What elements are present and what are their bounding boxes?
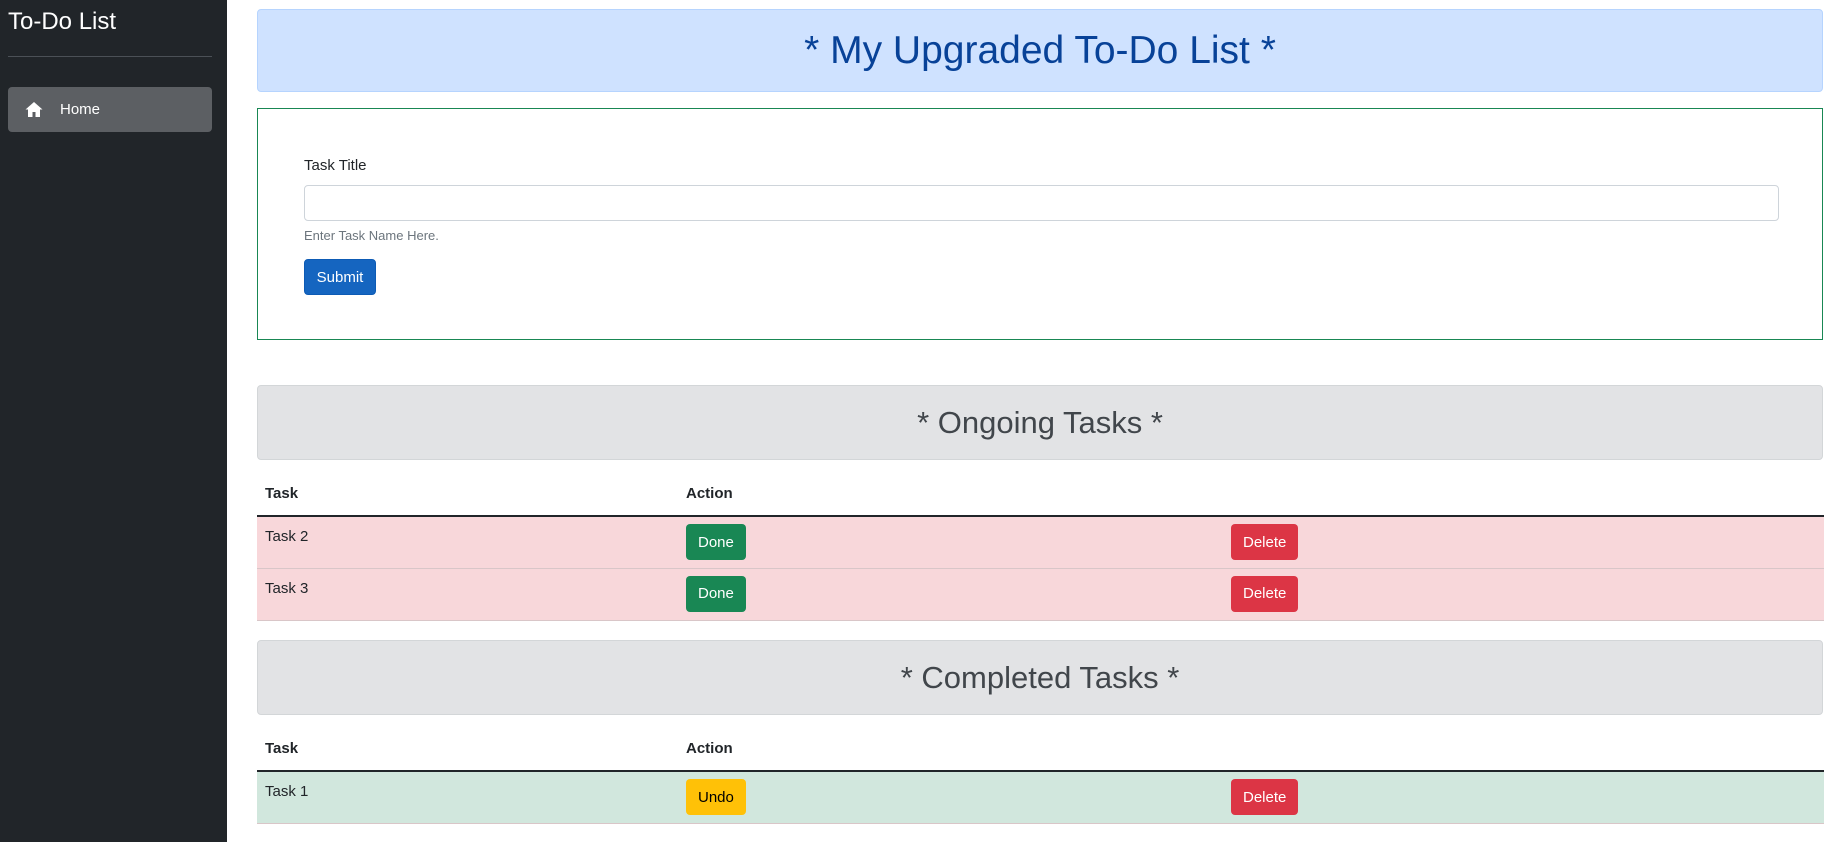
sidebar-item-label: Home <box>60 101 101 118</box>
task-title-input[interactable] <box>304 185 1779 221</box>
task-name: Task 3 <box>257 568 678 621</box>
table-header-row: Task Action <box>257 472 1824 517</box>
action-cell: Done <box>678 568 1223 621</box>
sidebar-divider <box>8 56 212 57</box>
submit-button[interactable]: Submit <box>304 259 376 295</box>
brand-title[interactable]: To-Do List <box>8 8 116 36</box>
done-button[interactable]: Done <box>686 524 746 560</box>
table-row: Task 2 Done Delete <box>257 516 1824 569</box>
table-header-row: Task Action <box>257 727 1824 772</box>
delete-cell: Delete <box>1223 516 1824 569</box>
task-name: Task 1 <box>257 771 678 824</box>
sidebar-item-home[interactable]: Home <box>8 87 212 132</box>
completed-tasks-table: Task Action Task 1 Undo Delete <box>257 727 1824 824</box>
action-cell: Done <box>678 516 1223 569</box>
column-header-task: Task <box>257 472 678 517</box>
task-name: Task 2 <box>257 516 678 569</box>
column-header-action: Action <box>678 727 1223 772</box>
delete-button[interactable]: Delete <box>1231 524 1299 560</box>
add-task-form: Task Title Enter Task Name Here. Submit <box>257 108 1823 340</box>
table-row: Task 3 Done Delete <box>257 568 1824 621</box>
delete-cell: Delete <box>1223 771 1824 824</box>
sidebar: To-Do List Home <box>0 0 227 842</box>
column-header-empty <box>1223 472 1824 517</box>
table-row: Task 1 Undo Delete <box>257 771 1824 824</box>
page-title: * My Upgraded To-Do List * <box>257 9 1823 92</box>
main-content: * My Upgraded To-Do List * Task Title En… <box>227 0 1840 842</box>
column-header-task: Task <box>257 727 678 772</box>
done-button[interactable]: Done <box>686 575 746 612</box>
home-icon <box>24 100 44 120</box>
column-header-empty <box>1223 727 1824 772</box>
ongoing-tasks-heading: * Ongoing Tasks * <box>257 385 1823 460</box>
action-cell: Undo <box>678 771 1223 824</box>
delete-button[interactable]: Delete <box>1231 779 1299 815</box>
delete-cell: Delete <box>1223 568 1824 621</box>
task-title-help: Enter Task Name Here. <box>304 228 439 243</box>
ongoing-tasks-table: Task Action Task 2 Done Delete Task 3 Do… <box>257 472 1824 621</box>
delete-button[interactable]: Delete <box>1231 575 1299 612</box>
column-header-action: Action <box>678 472 1223 517</box>
undo-button[interactable]: Undo <box>686 779 746 815</box>
completed-tasks-heading: * Completed Tasks * <box>257 640 1823 715</box>
task-title-label: Task Title <box>304 157 367 174</box>
